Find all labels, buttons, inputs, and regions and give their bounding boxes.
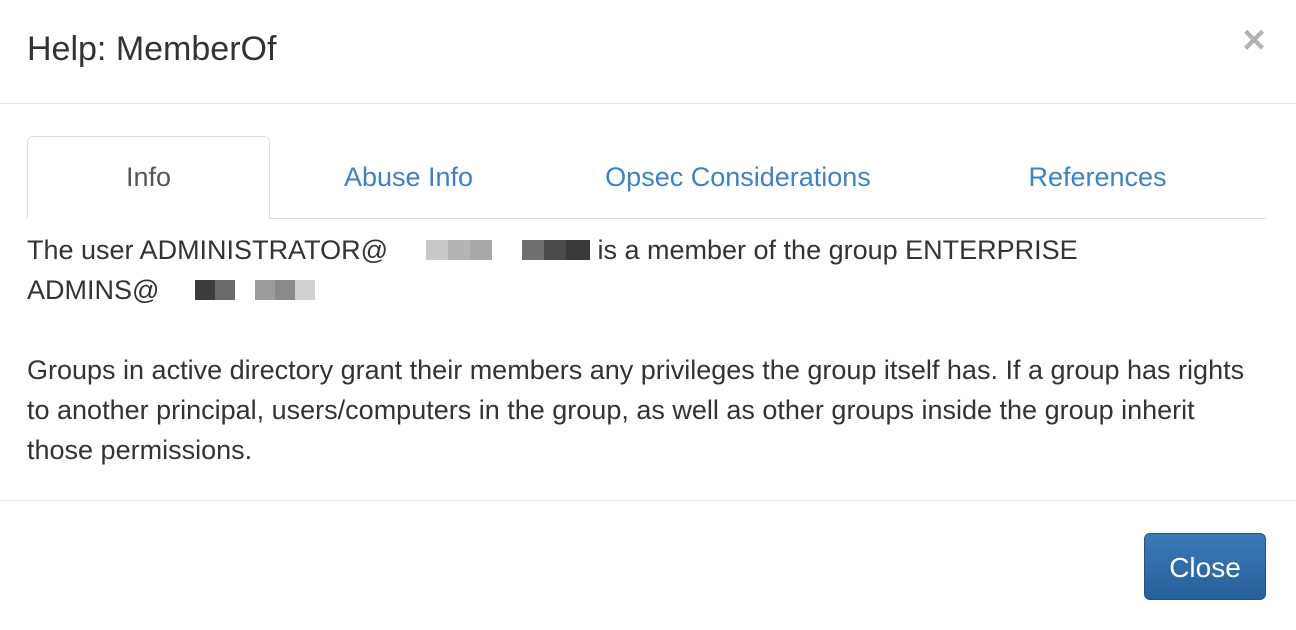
- tab-info[interactable]: Info: [27, 136, 270, 219]
- statement-prefix: The user ADMINISTRATOR@: [27, 235, 388, 265]
- help-modal: Help: MemberOf × Info Abuse Info Opsec C…: [0, 0, 1296, 630]
- membership-statement: The user ADMINISTRATOR@ is a member of t…: [27, 230, 1266, 310]
- tab-opsec-considerations[interactable]: Opsec Considerations: [547, 136, 929, 219]
- modal-footer: Close: [0, 500, 1296, 630]
- tab-abuse-info[interactable]: Abuse Info: [270, 136, 547, 219]
- redacted-domain: [387, 239, 590, 260]
- close-icon[interactable]: ×: [1240, 20, 1268, 60]
- modal-title: Help: MemberOf: [27, 30, 277, 68]
- info-tab-content: The user ADMINISTRATOR@ is a member of t…: [27, 230, 1266, 470]
- description-paragraph: Groups in active directory grant their m…: [27, 355, 1245, 465]
- modal-header: Help: MemberOf ×: [0, 0, 1296, 104]
- tab-references[interactable]: References: [929, 136, 1266, 219]
- statement-middle: is a member of the group ENTERPRISE: [589, 235, 1078, 265]
- tab-bar: Info Abuse Info Opsec Considerations Ref…: [27, 136, 1266, 219]
- statement-second-line: ADMINS@: [27, 275, 160, 305]
- redacted-domain-2: [159, 279, 356, 300]
- close-button[interactable]: Close: [1144, 533, 1266, 600]
